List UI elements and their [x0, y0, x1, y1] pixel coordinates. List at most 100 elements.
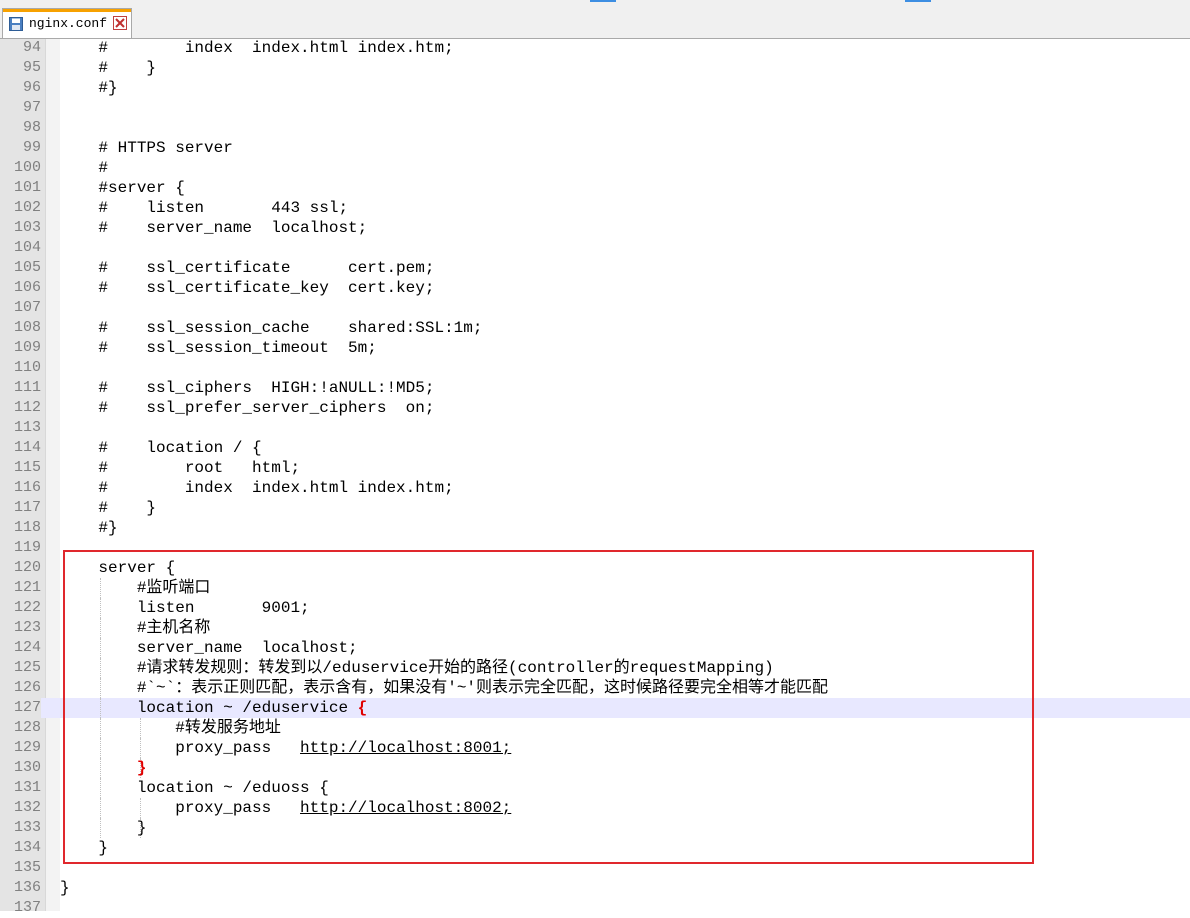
- code-text: # HTTPS server: [60, 139, 233, 157]
- code-text: #}: [60, 519, 118, 537]
- code-line[interactable]: 120 server {: [0, 558, 1190, 578]
- code-line[interactable]: 122 listen 9001;: [0, 598, 1190, 618]
- line-number: 103: [13, 219, 41, 236]
- line-number: 97: [22, 99, 41, 116]
- tab-nginx-conf[interactable]: nginx.conf: [2, 8, 132, 38]
- code-line[interactable]: 106 # ssl_certificate_key cert.key;: [0, 278, 1190, 298]
- line-number: 101: [13, 179, 41, 196]
- code-line[interactable]: 117 # }: [0, 498, 1190, 518]
- line-number: 126: [13, 679, 41, 696]
- line-number: 118: [13, 519, 41, 536]
- code-line[interactable]: 134 }: [0, 838, 1190, 858]
- line-number: 129: [13, 739, 41, 756]
- code-text-segment: [60, 759, 137, 777]
- code-line[interactable]: 99 # HTTPS server: [0, 138, 1190, 158]
- code-line[interactable]: 130 }: [0, 758, 1190, 778]
- toolbar-edge-mark: [590, 0, 616, 2]
- code-text: # server_name localhost;: [60, 219, 368, 237]
- code-line[interactable]: 127 location ~ /eduservice {: [0, 698, 1190, 718]
- code-line[interactable]: 94 # index index.html index.htm;: [0, 38, 1190, 58]
- code-line[interactable]: 104: [0, 238, 1190, 258]
- code-text: # }: [60, 499, 157, 517]
- code-text: # location / {: [60, 439, 262, 457]
- line-number: 131: [13, 779, 41, 796]
- code-editor[interactable]: 94 # index index.html index.htm; 95 # } 96…: [0, 39, 1190, 916]
- code-line[interactable]: 125 #请求转发规则：转发到以/eduservice开始的路径(control…: [0, 658, 1190, 678]
- tab-bar: nginx.conf: [0, 0, 1190, 39]
- code-text: location ~ /eduoss {: [60, 779, 329, 797]
- code-text: server_name localhost;: [60, 639, 358, 657]
- code-line[interactable]: 132 proxy_pass http://localhost:8002;: [0, 798, 1190, 818]
- code-text: # ssl_session_cache shared:SSL:1m;: [60, 319, 483, 337]
- code-text: #`~`：表示正则匹配，表示含有，如果没有'~'则表示完全匹配，这时候路径要完全…: [60, 679, 829, 697]
- code-line[interactable]: 98: [0, 118, 1190, 138]
- line-number: 104: [13, 239, 41, 256]
- code-line[interactable]: 124 server_name localhost;: [0, 638, 1190, 658]
- code-line[interactable]: 126 #`~`：表示正则匹配，表示含有，如果没有'~'则表示完全匹配，这时候路…: [0, 678, 1190, 698]
- code-line[interactable]: 136}: [0, 878, 1190, 898]
- code-line[interactable]: 131 location ~ /eduoss {: [0, 778, 1190, 798]
- code-line[interactable]: 100 #: [0, 158, 1190, 178]
- url-link[interactable]: http://localhost:8001;: [300, 739, 511, 757]
- code-line[interactable]: 128 #转发服务地址: [0, 718, 1190, 738]
- line-number: 136: [13, 879, 41, 896]
- code-line[interactable]: 96 #}: [0, 78, 1190, 98]
- code-line[interactable]: 114 # location / {: [0, 438, 1190, 458]
- toolbar-edge-mark: [905, 0, 931, 2]
- line-number: 106: [13, 279, 41, 296]
- line-number: 128: [13, 719, 41, 736]
- line-number: 99: [22, 139, 41, 156]
- code-lines: 94 # index index.html index.htm; 95 # } 96…: [0, 38, 1190, 918]
- code-line[interactable]: 119: [0, 538, 1190, 558]
- code-line[interactable]: 110: [0, 358, 1190, 378]
- line-number: 122: [13, 599, 41, 616]
- code-line[interactable]: 137: [0, 898, 1190, 918]
- code-text: #请求转发规则：转发到以/eduservice开始的路径(controller的…: [60, 659, 774, 677]
- code-line[interactable]: 129 proxy_pass http://localhost:8001;: [0, 738, 1190, 758]
- line-number: 110: [13, 359, 41, 376]
- code-line[interactable]: 95 # }: [0, 58, 1190, 78]
- code-line[interactable]: 105 # ssl_certificate cert.pem;: [0, 258, 1190, 278]
- line-number: 95: [22, 59, 41, 76]
- code-line[interactable]: 97: [0, 98, 1190, 118]
- code-line[interactable]: 121 #监听端口: [0, 578, 1190, 598]
- code-line[interactable]: 109 # ssl_session_timeout 5m;: [0, 338, 1190, 358]
- code-line[interactable]: 107: [0, 298, 1190, 318]
- code-text: listen 9001;: [60, 599, 310, 617]
- code-text-segment: proxy_pass: [60, 799, 301, 817]
- code-line[interactable]: 103 # server_name localhost;: [0, 218, 1190, 238]
- code-line[interactable]: 135: [0, 858, 1190, 878]
- line-number: 120: [13, 559, 41, 576]
- line-number: 135: [13, 859, 41, 876]
- code-text: #转发服务地址: [60, 719, 281, 737]
- code-line[interactable]: 118 #}: [0, 518, 1190, 538]
- code-text-segment: location ~ /eduservice: [60, 699, 358, 717]
- code-line[interactable]: 102 # listen 443 ssl;: [0, 198, 1190, 218]
- line-number: 132: [13, 799, 41, 816]
- code-text: # ssl_prefer_server_ciphers on;: [60, 399, 435, 417]
- code-line[interactable]: 112 # ssl_prefer_server_ciphers on;: [0, 398, 1190, 418]
- close-icon[interactable]: [113, 16, 127, 30]
- code-text: }: [60, 758, 147, 778]
- code-line[interactable]: 115 # root html;: [0, 458, 1190, 478]
- line-number: 96: [22, 79, 41, 96]
- code-line[interactable]: 116 # index index.html index.htm;: [0, 478, 1190, 498]
- line-number: 119: [13, 539, 41, 556]
- active-tab-indicator: [3, 9, 131, 12]
- line-number: 114: [13, 439, 41, 456]
- code-text: proxy_pass http://localhost:8002;: [60, 798, 511, 818]
- code-text: location ~ /eduservice {: [60, 698, 367, 718]
- line-number: 112: [13, 399, 41, 416]
- code-line[interactable]: 113: [0, 418, 1190, 438]
- code-text: #server {: [60, 179, 185, 197]
- code-line[interactable]: 101 #server {: [0, 178, 1190, 198]
- code-line[interactable]: 123 #主机名称: [0, 618, 1190, 638]
- code-text: # ssl_certificate_key cert.key;: [60, 279, 435, 297]
- code-text: proxy_pass http://localhost:8001;: [60, 738, 511, 758]
- code-text: #}: [60, 79, 118, 97]
- code-line[interactable]: 111 # ssl_ciphers HIGH:!aNULL:!MD5;: [0, 378, 1190, 398]
- code-line[interactable]: 133 }: [0, 818, 1190, 838]
- code-line[interactable]: 108 # ssl_session_cache shared:SSL:1m;: [0, 318, 1190, 338]
- url-link[interactable]: http://localhost:8002;: [300, 799, 511, 817]
- code-text-segment: proxy_pass: [60, 739, 301, 757]
